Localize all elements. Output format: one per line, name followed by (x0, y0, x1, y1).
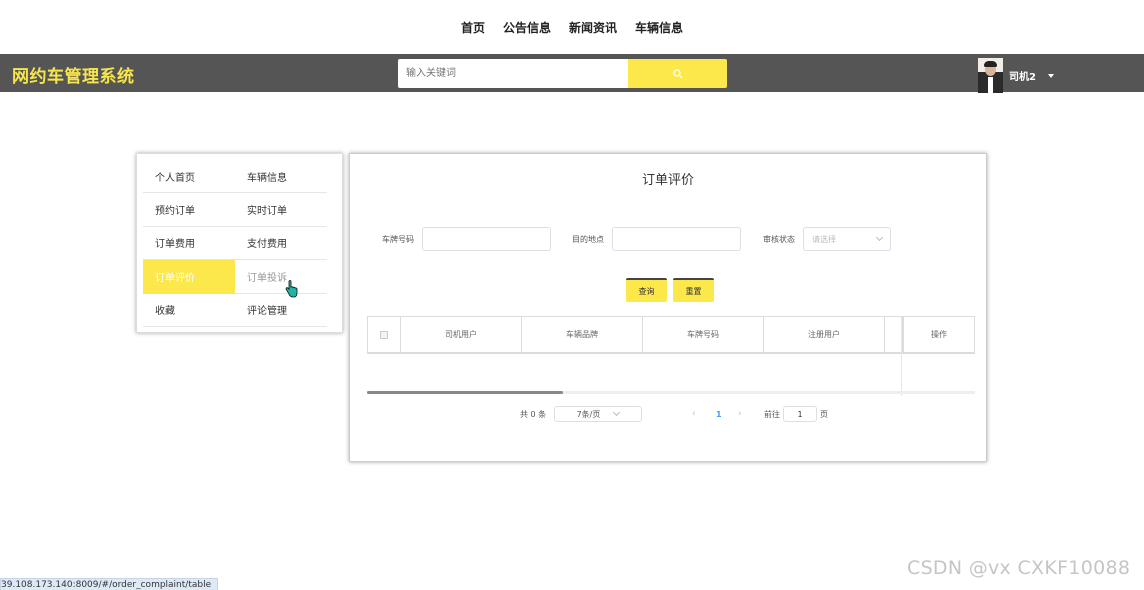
plate-label: 车牌号码 (382, 234, 414, 244)
chevron-down-icon (875, 233, 884, 242)
pagination: 共 0 条 7条/页 ‹ 1 › 前往 1 页 (350, 406, 986, 422)
col-driver-user: 司机用户 (401, 317, 522, 352)
main-panel: 订单评价 车牌号码 目的地点 审核状态 请选择 查询 重置 司机用户 车辆品牌 … (349, 153, 987, 462)
goto-page-input[interactable]: 1 (783, 406, 817, 422)
search-button[interactable] (628, 59, 727, 88)
sidebar-item-vehicle-info[interactable]: 车辆信息 (235, 160, 327, 194)
avatar (978, 58, 1003, 93)
horizontal-scrollbar-thumb[interactable] (367, 391, 563, 394)
header-bar: 网约车管理系统 司机2 (0, 54, 1144, 93)
status-select[interactable]: 请选择 (803, 227, 891, 251)
search-icon (672, 68, 682, 78)
app-logo: 网约车管理系统 (12, 67, 135, 87)
select-all-checkbox[interactable] (380, 330, 388, 339)
plate-filter: 车牌号码 (382, 227, 551, 251)
data-table-header: 司机用户 车辆品牌 车牌号码 注册用户 操作 (367, 316, 975, 354)
sidebar-item-favorites[interactable]: 收藏 (143, 294, 235, 327)
user-name: 司机2 (1009, 72, 1036, 83)
goto-label: 前往 (764, 409, 780, 419)
col-plate-number: 车牌号码 (643, 317, 764, 352)
search-input[interactable] (398, 59, 628, 88)
top-nav: 首页 公告信息 新闻资讯 车辆信息 (0, 0, 1144, 54)
sidebar-menu: 个人首页 车辆信息 预约订单 实时订单 订单费用 支付费用 订单评价 订单投诉 … (143, 160, 328, 327)
nav-vehicle-info[interactable]: 车辆信息 (635, 19, 683, 36)
watermark: CSDN @vx CXKF10088 (907, 557, 1131, 579)
sidebar: 个人首页 车辆信息 预约订单 实时订单 订单费用 支付费用 订单评价 订单投诉 … (136, 153, 343, 333)
fixed-column-divider (901, 316, 902, 396)
sidebar-item-profile[interactable]: 个人首页 (143, 160, 235, 194)
sidebar-item-order-fees[interactable]: 订单费用 (143, 227, 235, 261)
next-page-button[interactable]: › (738, 406, 742, 422)
sidebar-item-payment-fees[interactable]: 支付费用 (235, 227, 327, 261)
nav-home[interactable]: 首页 (461, 19, 485, 36)
status-label: 审核状态 (763, 234, 795, 244)
hand-cursor-icon (285, 280, 298, 298)
sidebar-item-comment-management[interactable]: 评论管理 (235, 294, 327, 327)
destination-input[interactable] (612, 227, 741, 251)
col-vehicle-brand: 车辆品牌 (522, 317, 643, 352)
page: 首页 公告信息 新闻资讯 车辆信息 网约车管理系统 司机2 个人首页 车 (0, 0, 1144, 590)
status-placeholder: 请选择 (812, 234, 836, 244)
search-bar (398, 59, 727, 88)
sidebar-item-reservation-orders[interactable]: 预约订单 (143, 193, 235, 227)
prev-page-button[interactable]: ‹ (692, 406, 696, 422)
destination-filter: 目的地点 (572, 227, 741, 251)
sidebar-item-order-complaints[interactable]: 订单投诉 (235, 260, 327, 294)
page-suffix: 页 (820, 409, 828, 419)
page-size-select[interactable]: 7条/页 (554, 406, 642, 422)
nav-news[interactable]: 新闻资讯 (569, 19, 617, 36)
page-title: 订单评价 (641, 173, 694, 188)
query-button[interactable]: 查询 (626, 278, 667, 302)
sidebar-item-realtime-orders[interactable]: 实时订单 (235, 193, 327, 227)
page-size-value: 7条/页 (576, 409, 601, 419)
select-all-cell (368, 317, 401, 352)
user-menu[interactable]: 司机2 (978, 58, 1054, 93)
col-actions: 操作 (903, 317, 974, 352)
pagination-total: 共 0 条 (520, 409, 547, 419)
reset-button[interactable]: 重置 (673, 278, 714, 302)
status-filter: 审核状态 请选择 (763, 227, 891, 251)
status-bar-url: 39.108.173.140:8009/#/order_complaint/ta… (0, 578, 219, 590)
nav-announcements[interactable]: 公告信息 (503, 19, 551, 36)
page-number-current[interactable]: 1 (716, 406, 722, 422)
chevron-down-icon (613, 408, 621, 417)
col-registered-user: 注册用户 (764, 317, 885, 352)
destination-label: 目的地点 (572, 234, 604, 244)
plate-input[interactable] (422, 227, 551, 251)
sidebar-item-order-reviews[interactable]: 订单评价 (143, 260, 235, 294)
caret-down-icon (1047, 73, 1054, 78)
